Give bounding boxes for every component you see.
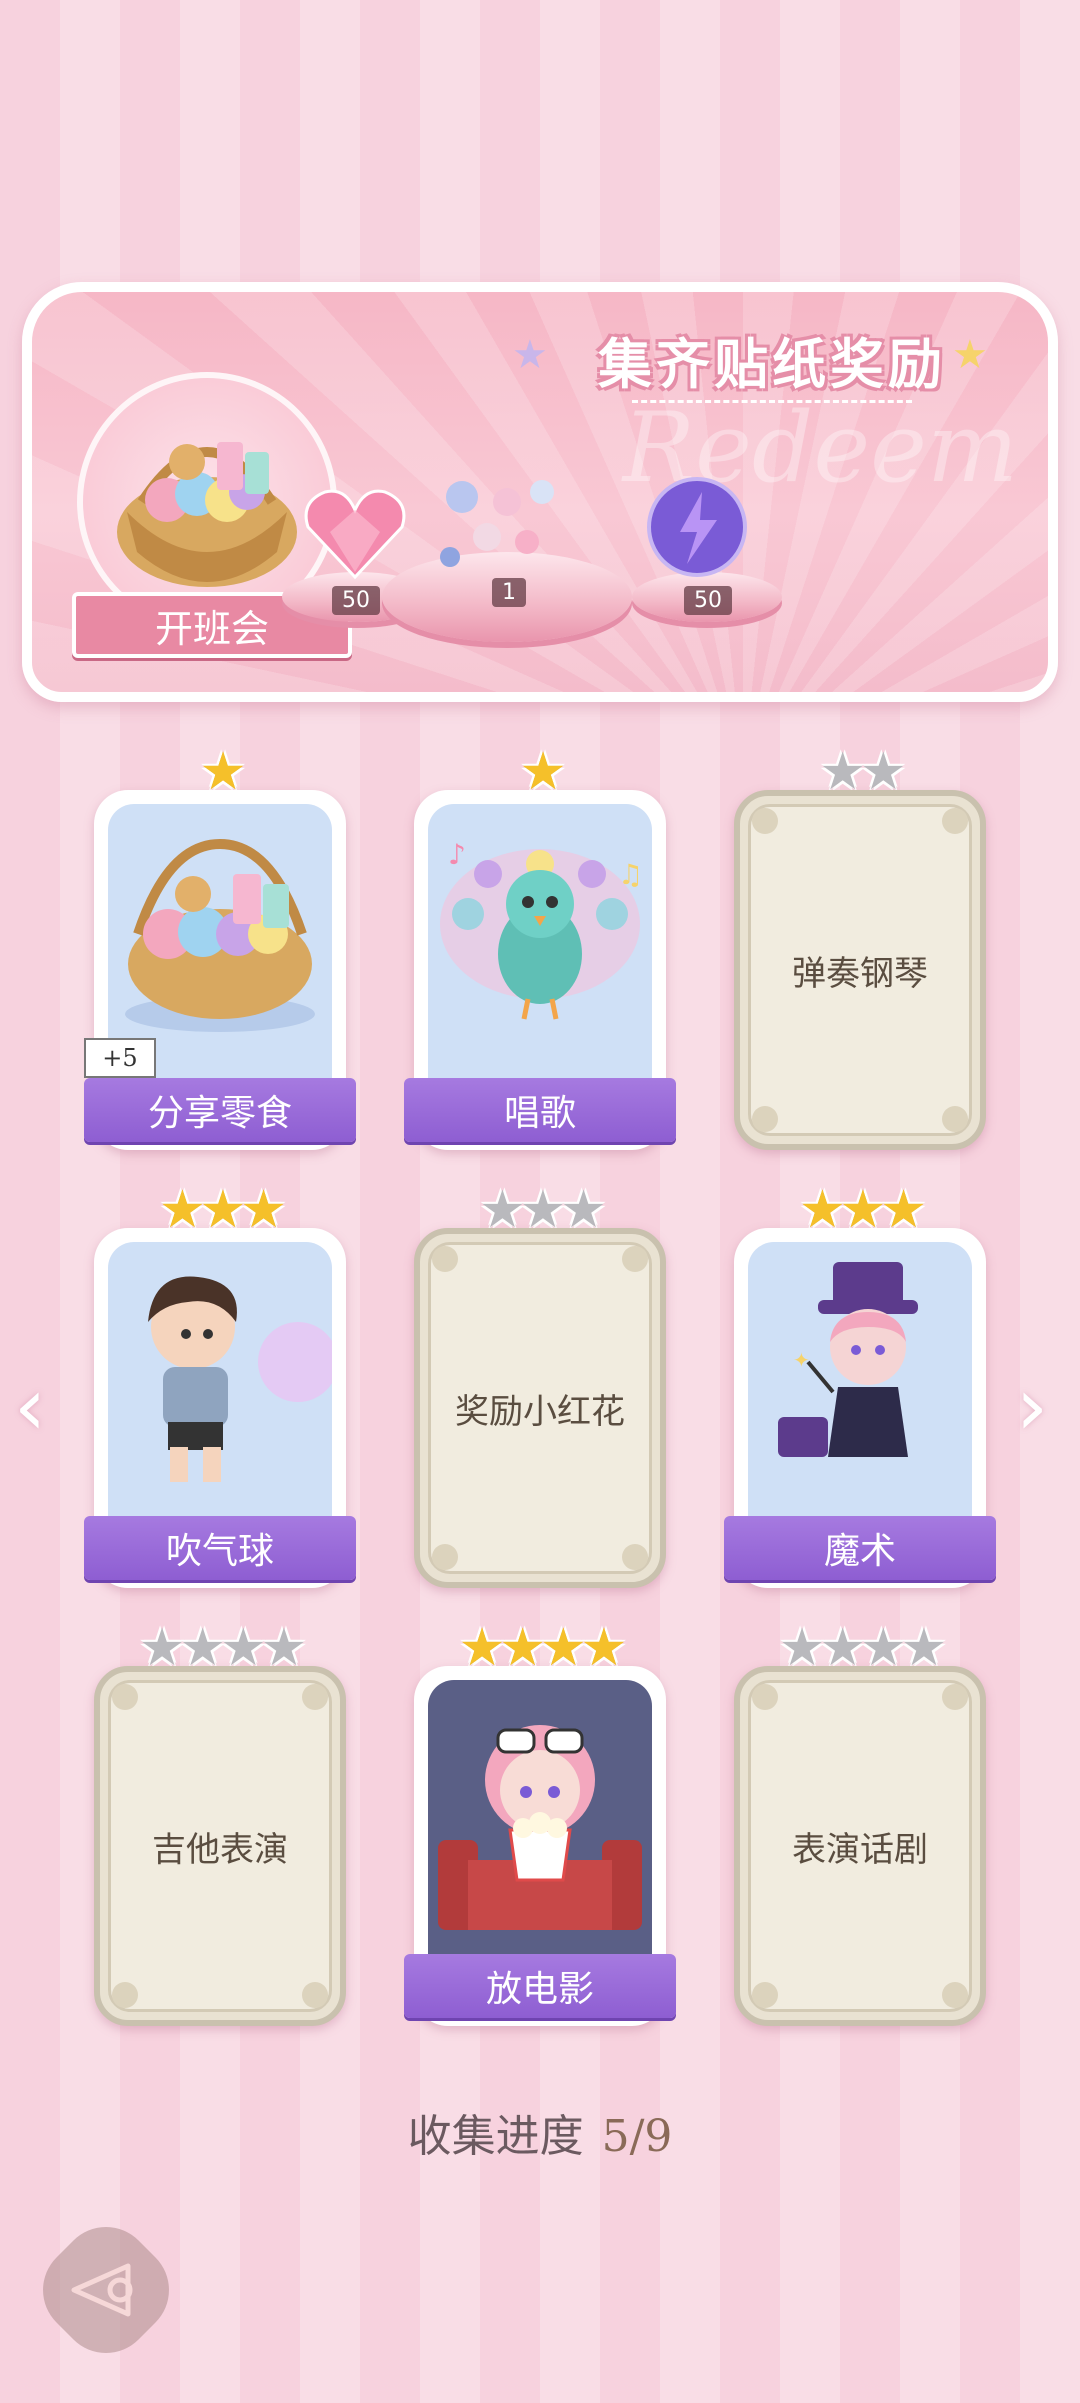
- frame-corner: [432, 1246, 458, 1272]
- sticker-card-drama-locked[interactable]: ★★★★ 表演话剧: [734, 1622, 986, 2026]
- svg-text:♪: ♪: [448, 838, 466, 871]
- frame-corner: [752, 1106, 778, 1132]
- sticker-card-singing[interactable]: ★ ♪ ♫ 唱歌: [404, 746, 676, 1150]
- sticker-card-red-flower-locked[interactable]: ★★★ 奖励小红花: [414, 1184, 666, 1588]
- svg-text:✦: ✦: [793, 1348, 810, 1372]
- reward-count-2: 1: [492, 578, 526, 607]
- reward-banner: Redeem ★ ★ 集齐贴纸奖励 开班会 50 1 50: [22, 282, 1058, 702]
- sticker-card-piano-locked[interactable]: ★★ 弹奏钢琴: [734, 746, 986, 1150]
- frame-corner: [942, 1684, 968, 1710]
- frame-corner: [752, 1684, 778, 1710]
- frame-corner: [752, 808, 778, 834]
- frame-corner: [942, 1982, 968, 2008]
- progress-label: 收集进度: [407, 2111, 584, 2162]
- prev-page-arrow-icon[interactable]: ‹: [14, 1360, 46, 1453]
- frame-corner: [302, 1982, 328, 2008]
- sticker-card-movie[interactable]: ★★★★ 放电影: [404, 1622, 676, 2026]
- boy-balloon-icon: [148, 1276, 332, 1482]
- card-label: 魔术: [724, 1516, 996, 1580]
- collection-progress: 收集进度 5/9: [0, 2100, 1080, 2164]
- card-label: 吉他表演: [152, 1829, 288, 1870]
- card-label: 吹气球: [84, 1516, 356, 1580]
- reward-count-1: 50: [332, 586, 380, 615]
- movie-girl-icon: [438, 1725, 642, 1930]
- next-page-arrow-icon[interactable]: ›: [1016, 1360, 1048, 1453]
- progress-value: 5/9: [601, 2111, 673, 2162]
- frame-corner: [942, 1106, 968, 1132]
- frame-corner: [112, 1982, 138, 2008]
- card-label: 唱歌: [404, 1078, 676, 1142]
- banner-title: 集齐贴纸奖励: [598, 332, 946, 396]
- candy-bundle-icon[interactable]: [432, 472, 582, 582]
- frame-corner: [302, 1684, 328, 1710]
- heart-gem-icon[interactable]: [300, 482, 410, 582]
- bonus-badge: +5: [84, 1038, 156, 1078]
- frame-corner: [112, 1684, 138, 1710]
- reward-count-3: 50: [684, 586, 732, 615]
- card-label: 放电影: [404, 1954, 676, 2018]
- card-label: 弹奏钢琴: [792, 953, 928, 994]
- sticker-card-guitar-locked[interactable]: ★★★★ 吉他表演: [94, 1622, 346, 2026]
- card-label: 奖励小红花: [455, 1391, 625, 1432]
- title-underline: [632, 400, 912, 403]
- snack-basket-icon: [125, 838, 315, 1032]
- frame-corner: [432, 1544, 458, 1570]
- back-arrow-icon[interactable]: [48, 2232, 164, 2348]
- energy-orb-icon[interactable]: [642, 472, 752, 582]
- event-label: 开班会: [154, 606, 269, 651]
- star-decoration-left: ★: [512, 332, 548, 378]
- frame-corner: [942, 808, 968, 834]
- sticker-card-balloon[interactable]: ★★★ 吹气球: [84, 1184, 356, 1588]
- frame-corner: [622, 1544, 648, 1570]
- svg-text:♫: ♫: [618, 858, 643, 891]
- singing-peacock-icon: ♪ ♫: [440, 838, 643, 1020]
- frame-corner: [622, 1246, 648, 1272]
- frame-corner: [752, 1982, 778, 2008]
- card-label: 表演话剧: [792, 1829, 928, 1870]
- sticker-card-magic[interactable]: ★★★ ✦ 魔术: [724, 1184, 996, 1588]
- card-label: 分享零食: [84, 1078, 356, 1142]
- magician-girl-icon: ✦: [778, 1262, 918, 1457]
- sticker-card-share-snacks[interactable]: ★ +5 分享零食: [84, 746, 356, 1150]
